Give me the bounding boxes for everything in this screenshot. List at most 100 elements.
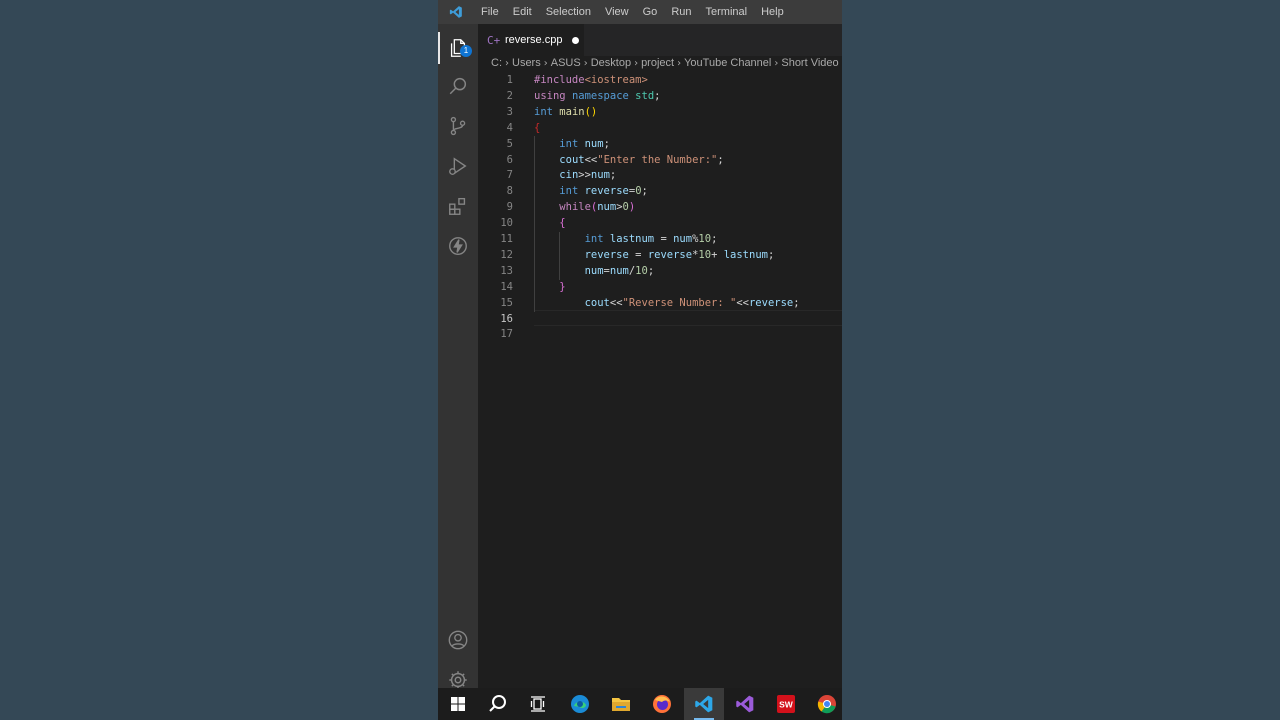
code-line[interactable]: 13 num=num/10; [478, 263, 842, 279]
windows-taskbar: SW [438, 688, 842, 720]
task-view-icon[interactable] [518, 688, 558, 720]
code-token: lastnum [609, 233, 655, 245]
menu-terminal[interactable]: Terminal [699, 0, 755, 24]
menu-go[interactable]: Go [636, 0, 665, 24]
breadcrumb-short-video[interactable]: Short Video [781, 57, 838, 69]
line-number: 1 [506, 74, 513, 86]
breadcrumb-asus[interactable]: ASUS [551, 57, 581, 69]
code-token: () [584, 105, 598, 118]
code-token: int [534, 105, 553, 118]
code-line[interactable]: 8 int reverse=0; [478, 183, 842, 199]
code-line[interactable]: 3 int main() [478, 104, 842, 120]
chevron-right-icon: › [583, 57, 588, 69]
tab-reverse-cpp[interactable]: C+ reverse.cpp [478, 24, 584, 56]
solidworks-icon[interactable]: SW [766, 688, 806, 720]
unsaved-dot-icon[interactable] [572, 36, 580, 44]
code-token: = [654, 233, 674, 245]
breadcrumb-drive[interactable]: C: [491, 57, 502, 69]
code-token: >> [578, 169, 591, 182]
chevron-right-icon: › [677, 57, 682, 69]
source-control-icon[interactable] [438, 110, 478, 142]
code-token: cout [559, 153, 585, 166]
line-number: 13 [500, 264, 513, 277]
menu-help[interactable]: Help [754, 0, 791, 24]
code-token: ; [717, 153, 724, 166]
code-line[interactable]: 12 reverse = reverse*10+ lastnum; [478, 247, 842, 263]
file-explorer-icon[interactable] [601, 688, 641, 720]
code-token: int [559, 137, 579, 150]
vscode-icon[interactable] [684, 688, 724, 720]
breadcrumb-youtube-channel[interactable]: YouTube Channel [684, 57, 771, 69]
code-token: ; [793, 296, 800, 309]
code-line[interactable]: 10 { [478, 215, 842, 231]
code-token: reverse [748, 296, 794, 309]
line-number: 8 [506, 185, 513, 198]
breadcrumb-desktop[interactable]: Desktop [591, 57, 631, 69]
code-token: lastnum [723, 248, 768, 261]
menu-edit[interactable]: Edit [506, 0, 539, 24]
code-text: reverse = reverse*10+ lastnum; [534, 247, 775, 263]
menu-selection[interactable]: Selection [539, 0, 598, 24]
line-number: 7 [506, 169, 513, 182]
code-editor[interactable]: 1 #include<iostream> 2 using namespace std;… [478, 72, 842, 688]
files-icon[interactable] [438, 32, 478, 64]
code-text: { [534, 215, 565, 231]
code-line[interactable]: 14 } [478, 279, 842, 295]
code-token: ; [647, 264, 655, 277]
code-token: ) [628, 201, 636, 214]
code-line[interactable]: 15 cout<<"Reverse Number: "<<reverse; [478, 295, 842, 311]
chevron-right-icon: › [634, 57, 639, 69]
extensions-icon[interactable] [438, 190, 478, 222]
line-number: 17 [500, 328, 513, 341]
code-line[interactable]: 5 int num; [478, 136, 842, 152]
windows-start-icon[interactable] [438, 688, 478, 720]
run-debug-icon[interactable] [438, 150, 478, 182]
code-token: cout [584, 296, 610, 309]
menu-file[interactable]: File [474, 0, 506, 24]
code-line[interactable]: 2 using namespace std; [478, 88, 842, 104]
search-icon[interactable] [438, 70, 478, 102]
chevron-right-icon: › [543, 57, 548, 69]
code-line[interactable]: 7 cin>>num; [478, 167, 842, 183]
search-icon[interactable] [478, 688, 518, 720]
menu-run[interactable]: Run [664, 0, 698, 24]
code-line[interactable]: 4{ [478, 120, 842, 136]
firefox-icon[interactable] [642, 688, 682, 720]
breadcrumb-project[interactable]: project [641, 57, 674, 69]
chevron-right-icon: › [505, 57, 509, 69]
tab-bar: C+ reverse.cpp [478, 24, 842, 56]
code-token: reverse [584, 185, 629, 198]
code-text: cout<<"Enter the Number:"; [534, 152, 724, 168]
code-token: while [559, 201, 591, 214]
code-line[interactable]: 6 cout<<"Enter the Number:"; [478, 152, 842, 168]
line-number: 11 [500, 233, 513, 245]
line-number: 10 [500, 217, 513, 230]
line-number: 2 [506, 89, 513, 102]
account-icon[interactable] [438, 624, 478, 656]
code-token: 10 [698, 248, 712, 261]
visual-studio-icon[interactable] [725, 688, 765, 720]
edge-icon[interactable] [560, 688, 600, 720]
code-token: ; [641, 185, 648, 198]
activity-bar: 1 [438, 24, 478, 689]
vscode-window: File Edit Selection View Go Run Terminal… [438, 0, 842, 720]
code-text: using namespace std; [534, 88, 660, 104]
code-text: int reverse=0; [534, 183, 648, 199]
solidworks-label: SW [779, 700, 794, 710]
code-line[interactable]: 9 while(num>0) [478, 199, 842, 215]
chrome-icon[interactable] [807, 688, 847, 720]
lightning-icon[interactable] [438, 230, 478, 262]
code-line[interactable]: 11 int lastnum = num%10; [478, 231, 842, 247]
code-text: int num; [534, 136, 610, 152]
code-token: ; [711, 233, 718, 245]
menu-view[interactable]: View [598, 0, 636, 24]
code-line[interactable]: 16 [478, 311, 842, 327]
code-line[interactable]: 17 [478, 326, 842, 342]
code-token: << [584, 153, 598, 166]
code-token: int [584, 233, 604, 245]
code-line[interactable]: 1 #include<iostream> [478, 72, 842, 88]
breadcrumb-users[interactable]: Users [512, 57, 541, 69]
code-text: #include<iostream> [534, 72, 648, 88]
